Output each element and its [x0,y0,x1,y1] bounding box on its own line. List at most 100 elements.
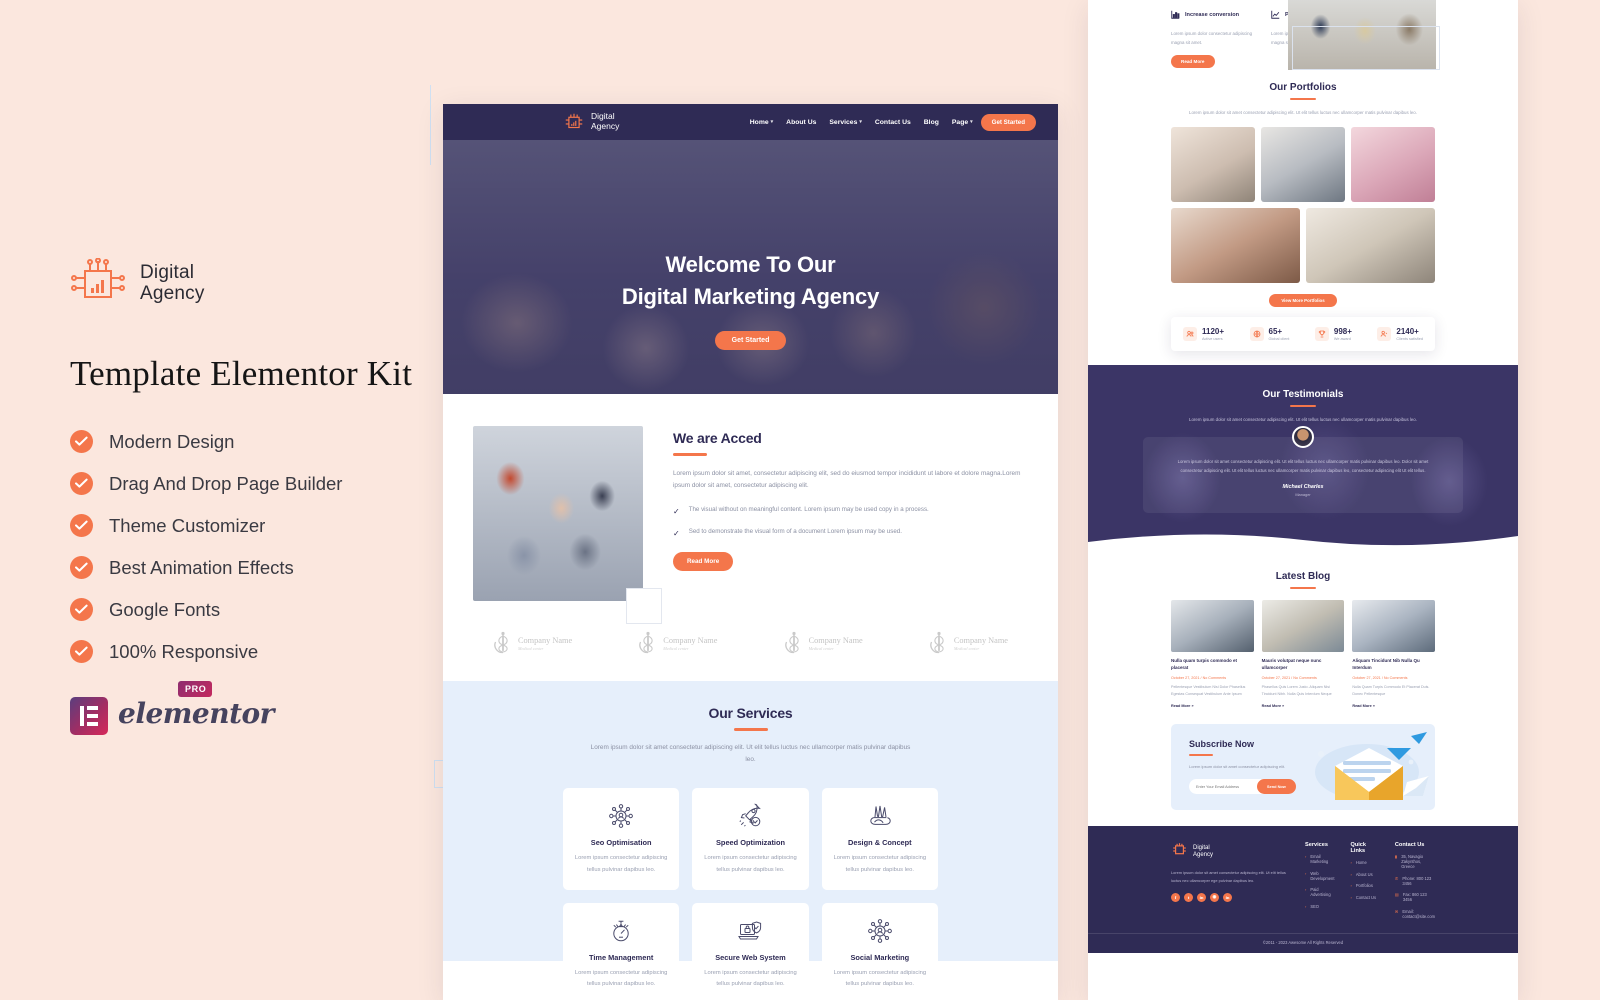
footer-column-heading: Contact Us [1394,841,1425,848]
stat-clients-satisfied: 2140+ Clients satisfied [1377,327,1423,342]
feature-title: Increase conversion [1185,12,1240,18]
chevron-right-icon: › [1305,870,1307,876]
instagram-icon[interactable]: ◉ [1210,892,1219,902]
service-card-seo-optimisation[interactable]: Seo Optimisation Lorem ipsum consectetur… [563,788,680,891]
footer-link[interactable]: › About Us [1350,872,1378,877]
blog-post-excerpt: Pellentesque Vestibulum Nisi Dolor Phase… [1171,684,1246,697]
blog-title: Latest Blog [1275,571,1331,583]
blog-read-more-link[interactable]: Read More » [1352,704,1435,708]
site-footer: Digital Agency Lorem ipsum dolor sit ame… [1088,825,1518,953]
avatar [1292,425,1314,448]
nav-item-contact-us[interactable]: Contact Us [875,119,911,126]
testimonials-title: Our Testimonials [1262,389,1344,401]
send-now-button[interactable]: Send Now [1257,779,1296,795]
linkedin-icon[interactable]: in [1197,892,1206,902]
service-card-speed-optimization[interactable]: Speed Optimization Lorem ipsum consectet… [692,788,809,891]
network-user-icon [832,918,928,944]
blog-thumbnail [1261,600,1345,653]
testimonial-quote: Lorem ipsum dolor sit amet consectetur a… [1177,458,1429,474]
stat-label: Active users [1202,337,1223,342]
navbar-logo[interactable]: Digital Agency [563,111,620,132]
client-subtitle: Medical center [808,645,834,651]
feature-photo-frame [1292,26,1440,70]
blog-card[interactable]: Aliquam Tincidunt Nib Nulla Qu Interdum … [1352,600,1435,708]
pinterest-icon[interactable]: in [1223,892,1232,902]
stopwatch-icon [573,918,669,944]
digital-agency-logo-icon [1171,842,1188,862]
check-icon: ✓ [673,507,680,517]
nav-item-page[interactable]: Page ▾ [952,119,973,126]
service-card-design-and-concept[interactable]: Design & Concept Lorem ipsum consectetur… [821,788,938,891]
service-card-social-marketing[interactable]: Social Marketing Lorem ipsum consectetur… [821,903,938,1000]
nav-item-about-us[interactable]: About Us [786,119,816,126]
facebook-icon[interactable]: f [1171,892,1180,902]
hero-get-started-button[interactable]: Get Started [714,331,787,350]
footer-link[interactable]: › Contact Us [1350,895,1378,900]
nav-label: About Us [786,118,817,126]
footer-about-text: Lorem ipsum dolor sit amet consectetur a… [1171,869,1286,883]
title-underline [1290,98,1316,101]
service-card-time-management[interactable]: Time Management Lorem ipsum consectetur … [563,903,680,1000]
footer-link[interactable]: › Portfolios [1350,883,1378,888]
chevron-down-icon: ▾ [970,119,973,125]
footer-social-links: f t in ◉ in [1171,892,1289,902]
nav-item-home[interactable]: Home ▾ [750,119,773,126]
blog-read-more-link[interactable]: Read More » [1171,704,1254,708]
decorative-line [430,85,431,165]
footer-link[interactable]: › Email Marketing [1305,854,1334,864]
chevron-right-icon: › [1305,854,1307,860]
portfolio-section: Our Portfolios Lorem ipsum dolor sit ame… [1088,68,1518,308]
bar-chart-icon [1171,6,1180,24]
laptop-lock-icon [702,918,798,944]
chevron-right-icon: › [1350,894,1352,900]
page-title: Template Elementor Kit [70,354,413,393]
list-item: Best Animation Effects [70,556,410,579]
contact-phone[interactable]: ✆ Phone: 800 123 3456 [1395,876,1435,886]
service-description: Lorem ipsum consectetur adipiscing tellu… [704,855,797,873]
footer-link[interactable]: › Web Development [1305,871,1334,881]
nav-item-services[interactable]: Services ▾ [829,119,861,126]
footer-link-label: Email Marketing [1310,854,1329,865]
footer-link[interactable]: › Home [1350,860,1378,865]
about-read-more-button[interactable]: Read More [673,551,734,571]
footer-column-heading: Quick Links [1350,841,1367,854]
get-started-button[interactable]: Get Started [980,113,1036,131]
caduceus-icon [784,631,804,655]
blog-card[interactable]: Nulla quam turpis commodo et placerat Oc… [1171,600,1254,708]
portfolio-item[interactable] [1351,127,1435,203]
portfolio-item[interactable] [1171,127,1255,203]
navbar-brand-line-2: Agency [591,121,620,131]
footer-link-label: About Us [1355,871,1373,877]
footer-link[interactable]: › SEO [1305,904,1334,909]
blog-read-more-link[interactable]: Read More » [1262,704,1345,708]
check-circle-icon [70,598,93,621]
hero-title-line-2: Digital Marketing Agency [621,284,880,309]
portfolio-item[interactable] [1306,208,1435,284]
portfolio-item[interactable] [1261,127,1345,203]
services-section: Our Services Lorem ipsum dolor sit amet … [443,681,1058,1000]
service-description: Lorem ipsum consectetur adipiscing tellu… [704,970,797,988]
footer-link[interactable]: › Paid Advertising [1305,887,1334,897]
twitter-icon[interactable]: t [1184,892,1193,902]
fax-icon: ▤ [1394,892,1399,898]
blog-card[interactable]: Mauris volutpat neque nunc ullamcorper O… [1261,600,1345,708]
email-field[interactable] [1189,779,1263,795]
nav-item-blog[interactable]: Blog [924,119,939,126]
mail-icon: ✉ [1394,908,1399,914]
navbar-brand-text: Digital Agency [591,111,620,132]
phone-icon: ✆ [1394,875,1399,881]
footer-logo[interactable]: Digital Agency [1171,842,1289,862]
service-card-secure-web-system[interactable]: Secure Web System Lorem ipsum consectetu… [692,903,809,1000]
features-read-more-button[interactable]: Read More [1171,55,1215,69]
service-description: Lorem ipsum consectetur adipiscing tellu… [574,970,668,988]
trophy-icon [1314,327,1329,342]
view-more-portfolios-button[interactable]: View More Portfolios [1269,294,1337,308]
about-team-photo [473,426,643,601]
caduceus-icon [929,631,949,655]
portfolio-item[interactable] [1171,208,1300,284]
hero-section: Welcome To Our Digital Marketing Agency … [443,140,1058,394]
check-circle-icon [70,472,93,495]
feature-increase-conversion: Increase conversion Lorem ipsum dolor co… [1171,6,1257,47]
contact-email[interactable]: ✉ Email: contact@site.com [1395,909,1435,919]
blog-post-meta: October 27, 2021 / No Comments [1352,675,1408,680]
